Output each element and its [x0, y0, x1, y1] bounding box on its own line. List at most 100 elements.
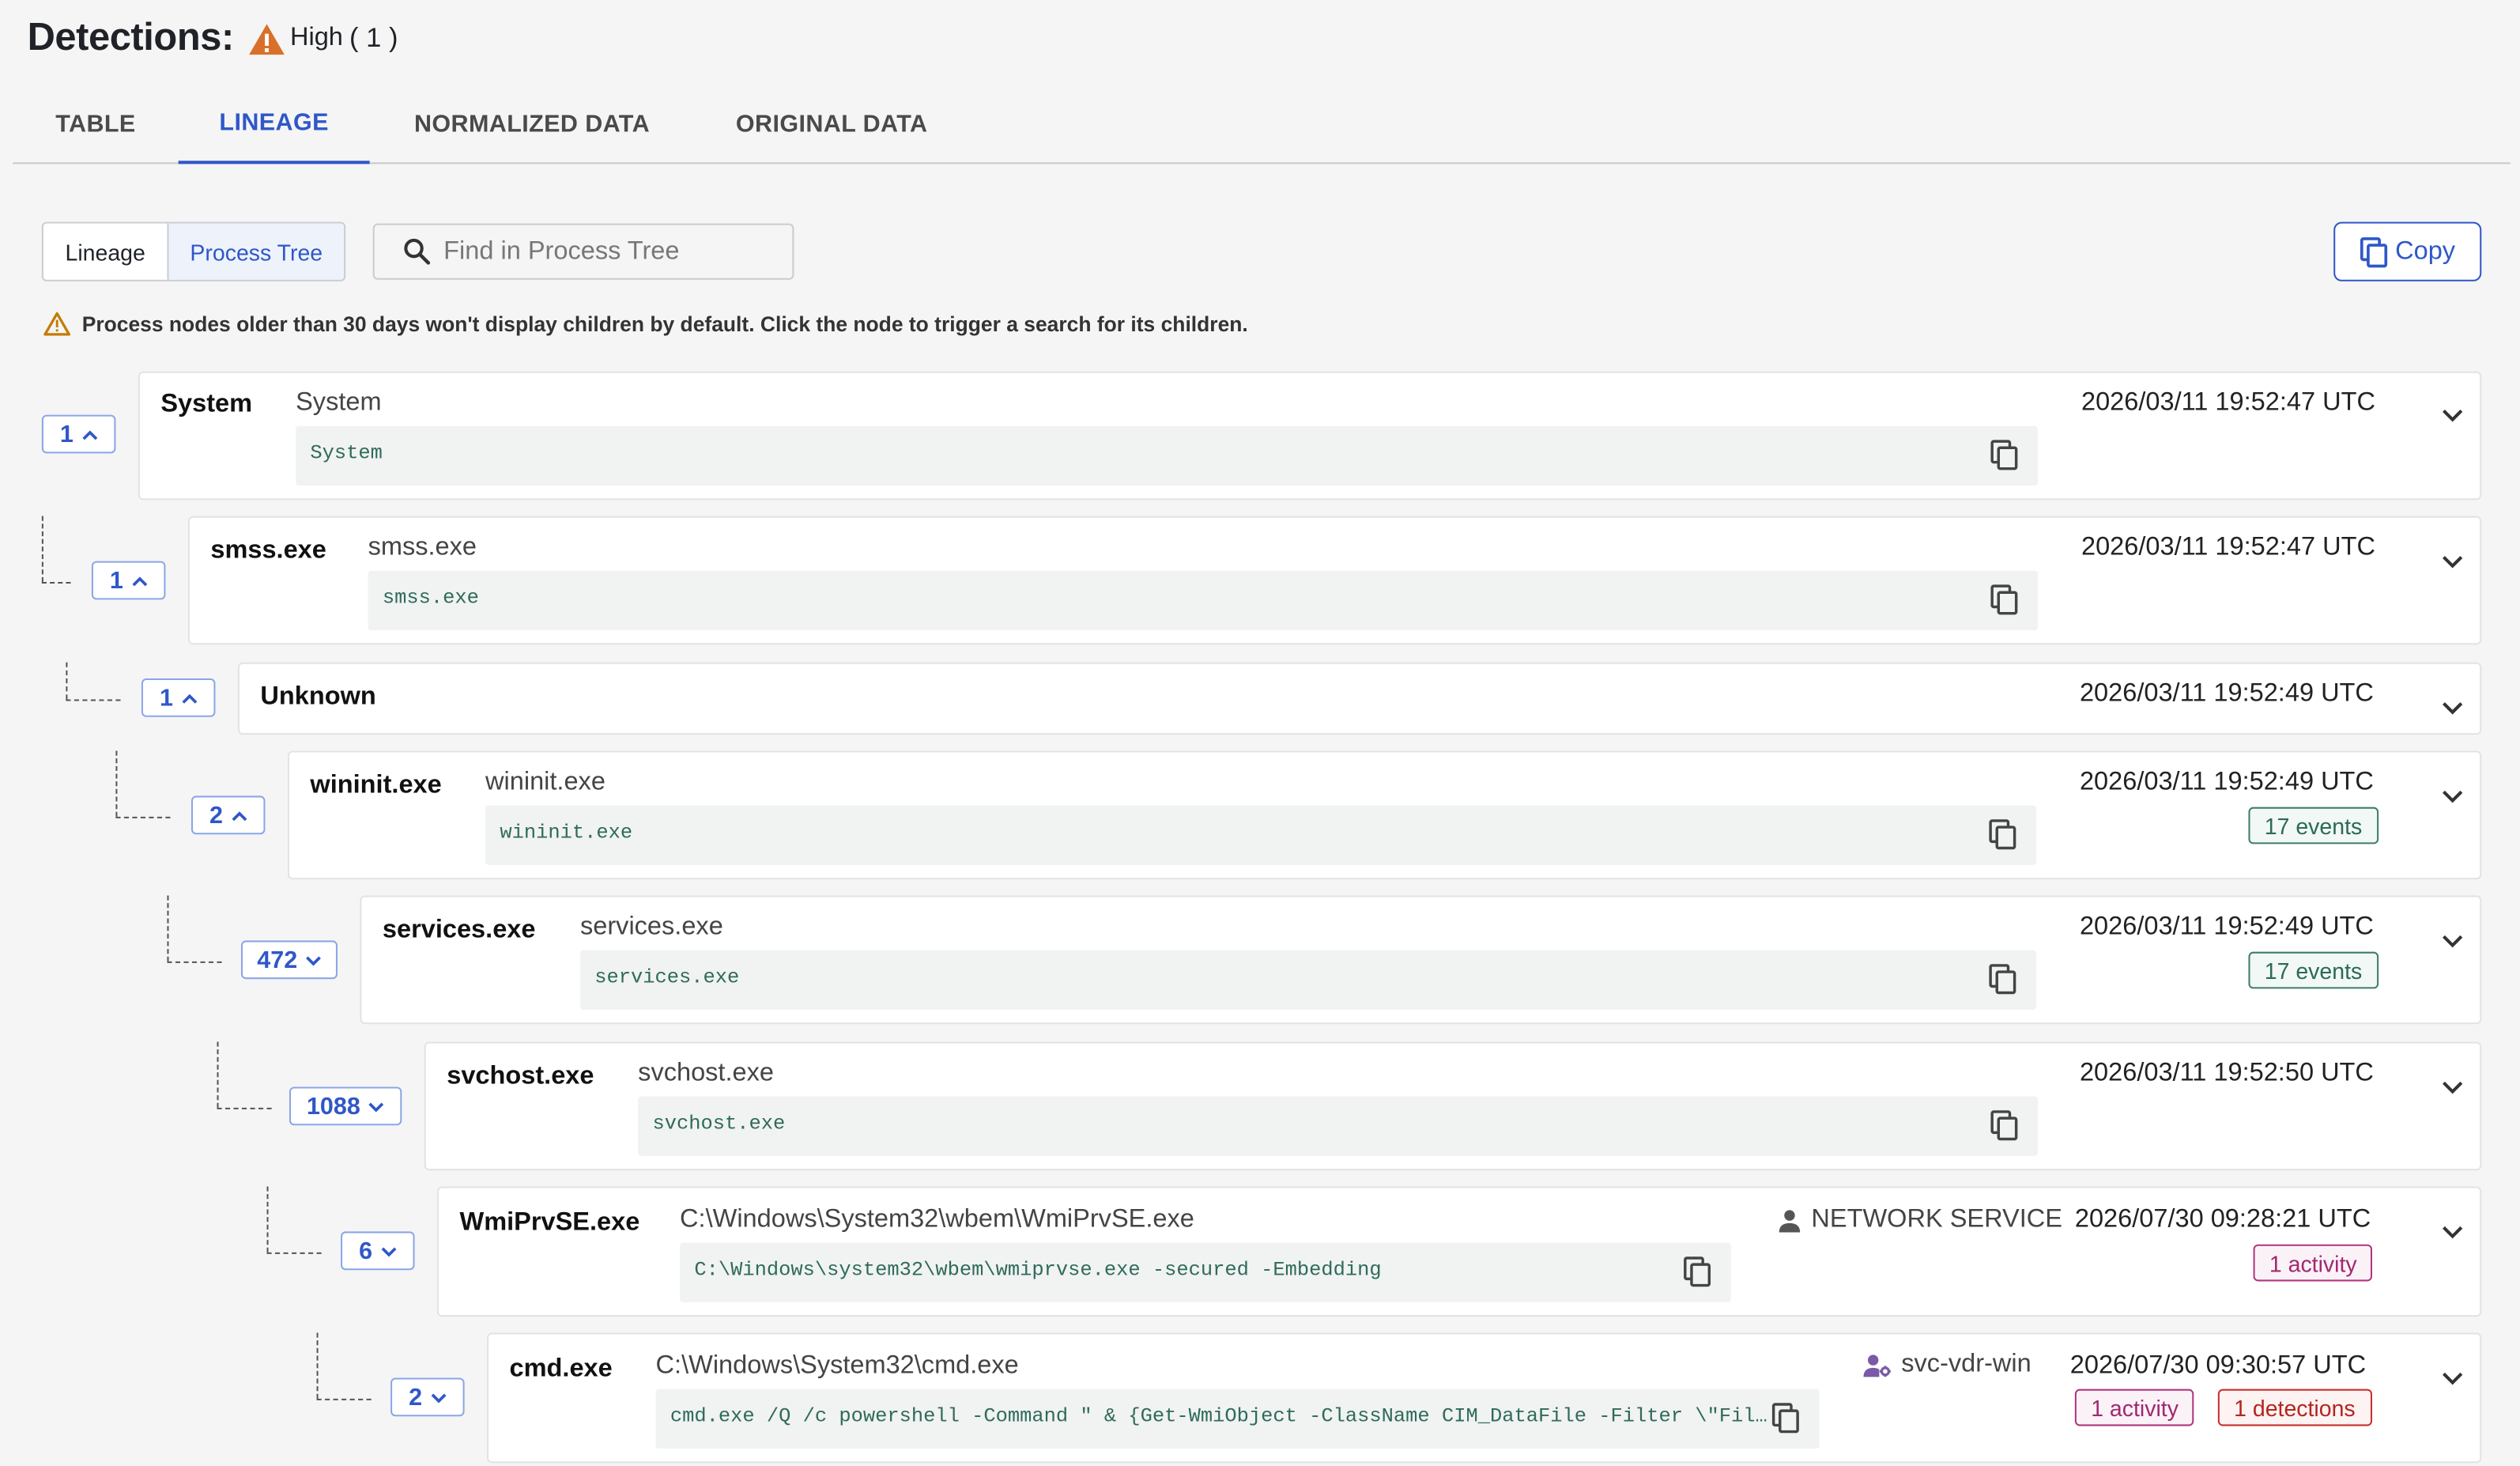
tree-connector	[167, 895, 169, 962]
chevron-up-icon	[131, 576, 147, 586]
tree-connector	[266, 1252, 322, 1254]
warning-icon	[247, 21, 285, 55]
process-name: WmiPrvSE.exe	[459, 1208, 640, 1237]
tab-table[interactable]: TABLE	[32, 84, 160, 164]
copy-command-icon[interactable]	[1990, 439, 2019, 471]
tree-connector	[41, 516, 43, 583]
copy-button[interactable]: Copy	[2333, 221, 2482, 281]
command-line-box: cmd.exe /Q /c powershell -Command " & {G…	[655, 1389, 1820, 1449]
chevron-down-icon[interactable]	[2441, 408, 2463, 422]
command-line-box: smss.exe	[368, 570, 2039, 631]
tree-connector	[41, 582, 71, 584]
chevron-down-icon[interactable]	[2441, 1225, 2463, 1239]
tab-original-data[interactable]: ORIGINAL DATA	[714, 84, 950, 164]
chevron-up-icon	[81, 429, 97, 440]
children-count: 2	[409, 1383, 423, 1411]
process-user: NETWORK SERVICE	[1778, 1206, 2062, 1235]
process-name: svchost.exe	[447, 1062, 594, 1090]
lineage-toggle-button[interactable]: Lineage	[43, 223, 169, 280]
children-count: 1	[159, 684, 173, 712]
process-user: svc-vdr-win	[1862, 1351, 2031, 1380]
children-count: 1	[109, 566, 123, 595]
detections-badge[interactable]: 1 detections	[2217, 1389, 2371, 1426]
tree-connector	[66, 662, 68, 700]
tree-connector	[167, 961, 222, 963]
children-count-toggle[interactable]: 1	[141, 678, 216, 717]
process-path: services.exe	[579, 912, 723, 941]
process-node[interactable]: services.exe services.exe services.exe 2…	[360, 895, 2482, 1025]
service-account-icon	[1863, 1354, 1891, 1377]
tab-bar: TABLE LINEAGE NORMALIZED DATA ORIGINAL D…	[13, 84, 2511, 164]
children-count: 1	[59, 420, 74, 448]
activity-badge[interactable]: 1 activity	[2074, 1389, 2195, 1426]
process-tree-toggle-button[interactable]: Process Tree	[168, 223, 345, 280]
process-path: svchost.exe	[638, 1059, 774, 1087]
tree-connector	[115, 816, 171, 818]
copy-command-icon[interactable]	[1988, 963, 2017, 996]
command-line-box: wininit.exe	[485, 805, 2037, 865]
command-line-box: C:\Windows\system32\wbem\wmiprvse.exe -s…	[680, 1242, 1731, 1302]
children-count-toggle[interactable]: 2	[390, 1377, 465, 1417]
children-count-toggle[interactable]: 472	[240, 940, 338, 980]
process-node[interactable]: System System System 2026/03/11 19:52:47…	[138, 371, 2482, 501]
command-line: smss.exe	[382, 587, 479, 610]
children-count-toggle[interactable]: 6	[341, 1231, 415, 1271]
chevron-down-icon[interactable]	[2441, 934, 2463, 948]
copy-command-icon[interactable]	[1990, 1109, 2019, 1142]
process-node[interactable]: svchost.exe svchost.exe svchost.exe 2026…	[424, 1041, 2482, 1171]
chevron-down-icon	[380, 1246, 396, 1256]
process-path: wininit.exe	[485, 768, 605, 796]
tree-connector	[217, 1107, 272, 1109]
copy-command-icon[interactable]	[1990, 584, 2019, 616]
command-line-box: svchost.exe	[638, 1096, 2039, 1156]
severity-label: High	[289, 24, 343, 52]
command-line-box: services.exe	[579, 950, 2037, 1010]
page-header: Detections: High ( 1 )	[28, 16, 398, 61]
copy-icon	[2360, 236, 2388, 267]
events-badge[interactable]: 17 events	[2248, 951, 2379, 989]
process-node[interactable]: cmd.exe C:\Windows\System32\cmd.exe cmd.…	[487, 1332, 2482, 1464]
chevron-up-icon	[181, 693, 197, 703]
process-timestamp: 2026/03/11 19:52:47 UTC	[2081, 389, 2375, 417]
children-count-toggle[interactable]: 1	[91, 561, 166, 600]
copy-command-icon[interactable]	[1771, 1402, 1801, 1434]
tab-lineage[interactable]: LINEAGE	[178, 84, 370, 164]
children-count-toggle[interactable]: 1088	[289, 1086, 402, 1126]
process-node[interactable]: WmiPrvSE.exe C:\Windows\System32\wbem\Wm…	[437, 1186, 2482, 1317]
tree-connector	[217, 1041, 219, 1108]
notice-text: Process nodes older than 30 days won't d…	[81, 312, 1248, 336]
chevron-down-icon[interactable]	[2441, 1080, 2463, 1094]
copy-command-icon[interactable]	[1683, 1256, 1712, 1288]
command-line: C:\Windows\system32\wbem\wmiprvse.exe -s…	[694, 1258, 1382, 1282]
process-timestamp: 2026/03/11 19:52:50 UTC	[2079, 1059, 2374, 1087]
children-count-toggle[interactable]: 1	[41, 414, 116, 454]
copy-command-icon[interactable]	[1988, 818, 2017, 851]
events-badge[interactable]: 17 events	[2248, 807, 2379, 844]
children-count: 1088	[306, 1092, 360, 1120]
process-node[interactable]: Unknown 2026/03/11 19:52:49 UTC	[237, 662, 2482, 735]
children-count: 2	[209, 801, 223, 829]
tree-connector	[66, 699, 121, 701]
process-timestamp: 2026/03/11 19:52:49 UTC	[2079, 912, 2374, 941]
process-path: C:\Windows\System32\cmd.exe	[655, 1351, 1019, 1380]
process-timestamp: 2026/03/11 19:52:49 UTC	[2079, 680, 2374, 708]
tab-normalized-data[interactable]: NORMALIZED DATA	[394, 84, 670, 164]
chevron-down-icon[interactable]	[2441, 789, 2463, 803]
chevron-down-icon[interactable]	[2441, 554, 2463, 569]
activity-badge[interactable]: 1 activity	[2253, 1244, 2373, 1282]
command-line: services.exe	[594, 965, 740, 989]
chevron-down-icon[interactable]	[2441, 1371, 2463, 1385]
page-title: Detections:	[27, 16, 235, 60]
process-node[interactable]: wininit.exe wininit.exe wininit.exe 2026…	[287, 750, 2482, 880]
process-name: smss.exe	[210, 537, 326, 565]
chevron-down-icon	[368, 1101, 384, 1112]
process-node[interactable]: smss.exe smss.exe smss.exe 2026/03/11 19…	[187, 516, 2482, 645]
process-tree-search	[372, 223, 794, 280]
process-timestamp: 2026/03/11 19:52:47 UTC	[2081, 534, 2375, 561]
search-input[interactable]	[443, 236, 765, 266]
process-path: C:\Windows\System32\wbem\WmiPrvSE.exe	[680, 1205, 1194, 1234]
view-toggle: Lineage Process Tree	[41, 221, 346, 281]
children-count-toggle[interactable]: 2	[191, 795, 266, 835]
chevron-down-icon[interactable]	[2441, 701, 2463, 715]
user-name: svc-vdr-win	[1901, 1350, 2031, 1378]
